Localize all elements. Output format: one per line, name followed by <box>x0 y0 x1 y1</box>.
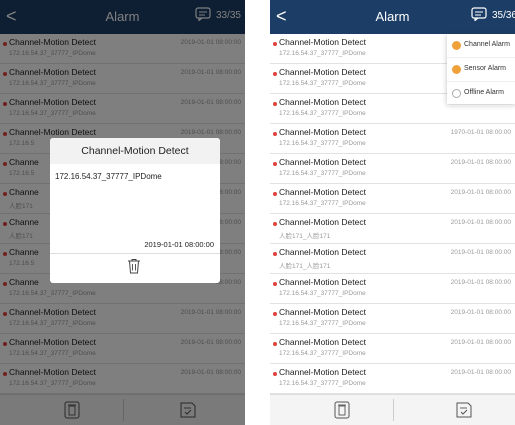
alarm-list-item[interactable]: Channel-Motion Detect 172.16.54.37_37777_… <box>270 274 515 304</box>
alarm-time: 2019-01-01 08:00:00 <box>450 369 511 376</box>
alarm-name: Channel-Motion Detect <box>279 277 366 287</box>
alarm-filter-menu: Channel Alarm Sensor Alarm Offline Alarm <box>447 34 515 106</box>
alarm-time: 2019-01-01 08:00:00 <box>450 189 511 196</box>
alarm-device: 172.16.54.37_37777_IPDome <box>279 50 366 57</box>
dialog-time: 2019-01-01 08:00:00 <box>144 240 214 249</box>
left-screen: < Alarm 33/35 Channel-Motion Detect172.1… <box>0 0 245 425</box>
alarm-device: 172.16.54.37_37777_IPDome <box>279 320 366 327</box>
checked-icon <box>452 41 461 50</box>
alarm-name: Channel-Motion Detect <box>279 97 366 107</box>
alarm-list-item[interactable]: Channel-Motion Detect 172.16.54.37_37777_… <box>270 304 515 334</box>
alarm-device: 172.16.54.37_37777_IPDome <box>279 80 366 87</box>
alarm-device: 172.16.54.37_37777_IPDome <box>279 350 366 357</box>
alarm-list-item[interactable]: Channel-Motion Detect 人脸171_人脸171 2019-01-… <box>270 214 515 244</box>
unread-dot <box>273 42 277 46</box>
toolbar-divider <box>392 399 394 421</box>
trash-icon[interactable] <box>332 401 352 419</box>
filter-option-label: Offline Alarm <box>464 89 504 96</box>
filter-option-label: Sensor Alarm <box>464 65 507 72</box>
dialog-device: 172.16.54.37_37777_IPDome <box>55 172 162 181</box>
filter-option[interactable]: Sensor Alarm <box>447 58 515 82</box>
alarm-name: Channel-Motion Detect <box>279 187 366 197</box>
unread-dot <box>273 342 277 346</box>
unread-dot <box>273 222 277 226</box>
right-screen: < Alarm 35/36 Channel-Motion Detect 172.1… <box>270 0 515 425</box>
alarm-device: 人脸171_人脸171 <box>279 263 331 270</box>
unread-dot <box>273 372 277 376</box>
unread-dot <box>273 132 277 136</box>
dialog-title: Channel-Motion Detect <box>50 138 220 164</box>
alarm-name: Channel-Motion Detect <box>279 67 366 77</box>
unread-dot <box>273 312 277 316</box>
unread-dot <box>273 72 277 76</box>
unread-dot <box>273 162 277 166</box>
dialog-divider <box>50 253 220 254</box>
alarm-name: Channel-Motion Detect <box>279 307 366 317</box>
alarm-name: Channel-Motion Detect <box>279 247 366 257</box>
filter-option-label: Channel Alarm <box>464 41 510 48</box>
alarm-device: 172.16.54.37_37777_IPDome <box>279 110 366 117</box>
alarm-name: Channel-Motion Detect <box>279 37 366 47</box>
alarm-name: Channel-Motion Detect <box>279 337 366 347</box>
alarm-time: 2019-01-01 08:00:00 <box>450 219 511 226</box>
alarm-device: 172.16.54.37_37777_IPDome <box>279 380 366 387</box>
alarm-list-item[interactable]: Channel-Motion Detect 172.16.54.37_37777_… <box>270 334 515 364</box>
alarm-time: 2019-01-01 08:00:00 <box>450 159 511 166</box>
alarm-name: Channel-Motion Detect <box>279 217 366 227</box>
unchecked-icon <box>452 89 461 98</box>
alarm-time: 2019-01-01 08:00:00 <box>450 249 511 256</box>
alarm-name: Channel-Motion Detect <box>279 367 366 377</box>
alarm-list-item[interactable]: Channel-Motion Detect 人脸171_人脸171 2019-01-… <box>270 244 515 274</box>
nav-bar: < Alarm 35/36 <box>270 0 515 34</box>
alarm-device: 172.16.54.37_37777_IPDome <box>279 140 366 147</box>
alarm-time: 2019-01-01 08:00:00 <box>450 339 511 346</box>
alarm-list-item[interactable]: Channel-Motion Detect 172.16.54.37_37777_… <box>270 364 515 394</box>
filter-option[interactable]: Channel Alarm <box>447 34 515 58</box>
unread-dot <box>273 252 277 256</box>
alarm-count: 35/36 <box>491 10 515 21</box>
alarm-device: 172.16.54.37_37777_IPDome <box>279 200 366 207</box>
filter-option[interactable]: Offline Alarm <box>447 82 515 106</box>
message-icon[interactable] <box>471 7 487 21</box>
checked-icon <box>452 65 461 74</box>
alarm-list-item[interactable]: Channel-Motion Detect 172.16.54.37_37777_… <box>270 124 515 154</box>
alarm-device: 人脸171_人脸171 <box>279 233 331 240</box>
trash-icon[interactable] <box>127 258 141 274</box>
alarm-name: Channel-Motion Detect <box>279 127 366 137</box>
alarm-time: 1970-01-01 08:00:00 <box>450 129 511 136</box>
alarm-name: Channel-Motion Detect <box>279 157 366 167</box>
bottom-toolbar <box>270 394 515 425</box>
alarm-device: 172.16.54.37_37777_IPDome <box>279 170 366 177</box>
alarm-time: 2019-01-01 08:00:00 <box>450 279 511 286</box>
unread-dot <box>273 192 277 196</box>
mark-read-icon[interactable] <box>454 401 474 419</box>
alarm-list-item[interactable]: Channel-Motion Detect 172.16.54.37_37777_… <box>270 184 515 214</box>
unread-dot <box>273 102 277 106</box>
alarm-list-item[interactable]: Channel-Motion Detect 172.16.54.37_37777_… <box>270 154 515 184</box>
alarm-time: 2019-01-01 08:00:00 <box>450 309 511 316</box>
alarm-detail-dialog: Channel-Motion Detect 172.16.54.37_37777… <box>50 138 220 283</box>
unread-dot <box>273 282 277 286</box>
alarm-device: 172.16.54.37_37777_IPDome <box>279 290 366 297</box>
